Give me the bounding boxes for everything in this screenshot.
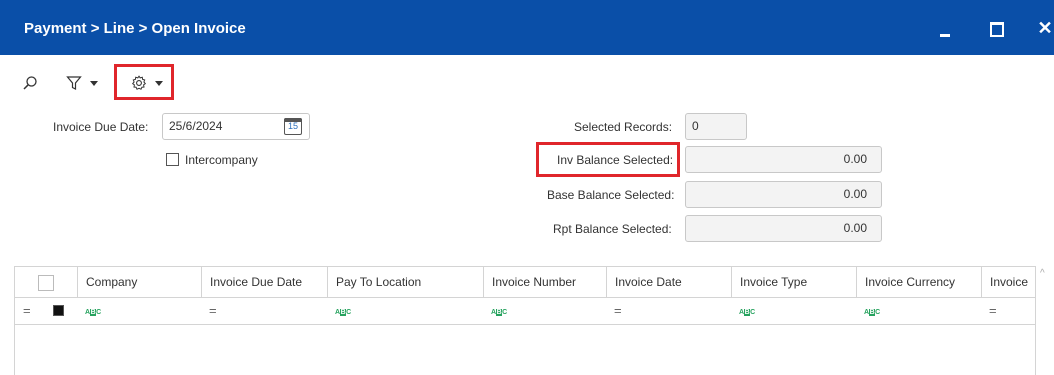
inv-balance-value: 0.00: [843, 152, 867, 166]
column-header-invoice-due-date[interactable]: Invoice Due Date: [201, 267, 327, 297]
inv-balance-label: Inv Balance Selected:: [557, 153, 674, 167]
column-header-invoice[interactable]: Invoice: [981, 267, 1035, 297]
minimize-button[interactable]: [930, 14, 960, 42]
filter-text-icon[interactable]: ABC: [327, 297, 483, 324]
rpt-balance-label: Rpt Balance Selected:: [553, 222, 672, 236]
filter-square-icon[interactable]: [45, 297, 75, 324]
close-icon: ✕: [1037, 18, 1053, 38]
base-balance-label: Base Balance Selected:: [547, 188, 675, 202]
base-balance-field: 0.00: [685, 181, 882, 208]
column-header-invoice-number[interactable]: Invoice Number: [483, 267, 606, 297]
column-header-pay-to-location[interactable]: Pay To Location: [327, 267, 483, 297]
gear-icon: [131, 75, 147, 90]
filter-equals-icon[interactable]: =: [15, 297, 45, 324]
settings-button[interactable]: [131, 70, 163, 96]
invoice-grid: Company Invoice Due Date Pay To Location…: [14, 266, 1036, 375]
filter-icon: [66, 76, 82, 90]
rpt-balance-field: 0.00: [685, 215, 882, 242]
intercompany-checkbox[interactable]: [166, 153, 179, 166]
column-header-company[interactable]: Company: [77, 267, 201, 297]
filter-equals-icon[interactable]: =: [981, 297, 1035, 324]
title-bar: Payment > Line > Open Invoice ✕: [0, 0, 1054, 55]
filter-text-icon[interactable]: ABC: [77, 297, 201, 324]
window-title: Payment > Line > Open Invoice: [24, 20, 246, 37]
select-all-cell: [15, 267, 77, 297]
selected-records-field: 0: [685, 113, 747, 140]
filter-button[interactable]: [66, 70, 98, 96]
filter-text-icon[interactable]: ABC: [856, 297, 981, 324]
filter-equals-icon[interactable]: =: [201, 297, 327, 324]
close-button[interactable]: ✕: [1030, 14, 1054, 42]
column-header-invoice-date[interactable]: Invoice Date: [606, 267, 731, 297]
invoice-due-date-value: 25/6/2024: [169, 119, 223, 133]
inv-balance-field: 0.00: [685, 146, 882, 173]
grid-header: Company Invoice Due Date Pay To Location…: [15, 267, 1035, 298]
minimize-icon: [940, 34, 950, 37]
invoice-due-date-label: Invoice Due Date:: [53, 120, 149, 134]
search-button[interactable]: [22, 70, 38, 96]
select-all-checkbox[interactable]: [38, 275, 54, 291]
grid-filter-row: = ABC = ABC ABC = ABC ABC =: [15, 297, 1035, 325]
intercompany-label: Intercompany: [185, 153, 258, 167]
chevron-down-icon: [90, 80, 98, 86]
maximize-icon: [990, 22, 1004, 37]
filter-text-icon[interactable]: ABC: [483, 297, 606, 324]
column-header-invoice-currency[interactable]: Invoice Currency: [856, 267, 981, 297]
rpt-balance-value: 0.00: [843, 221, 867, 235]
calendar-icon[interactable]: 15: [284, 118, 302, 135]
base-balance-value: 0.00: [843, 187, 867, 201]
search-icon: [23, 76, 37, 90]
filter-text-icon[interactable]: ABC: [731, 297, 856, 324]
scroll-up-icon[interactable]: ^: [1040, 268, 1052, 279]
filter-equals-icon[interactable]: =: [606, 297, 731, 324]
column-header-invoice-type[interactable]: Invoice Type: [731, 267, 856, 297]
selected-records-label: Selected Records:: [574, 120, 673, 134]
chevron-down-icon: [155, 80, 163, 86]
selected-records-value: 0: [692, 119, 699, 133]
maximize-button[interactable]: [982, 14, 1012, 42]
